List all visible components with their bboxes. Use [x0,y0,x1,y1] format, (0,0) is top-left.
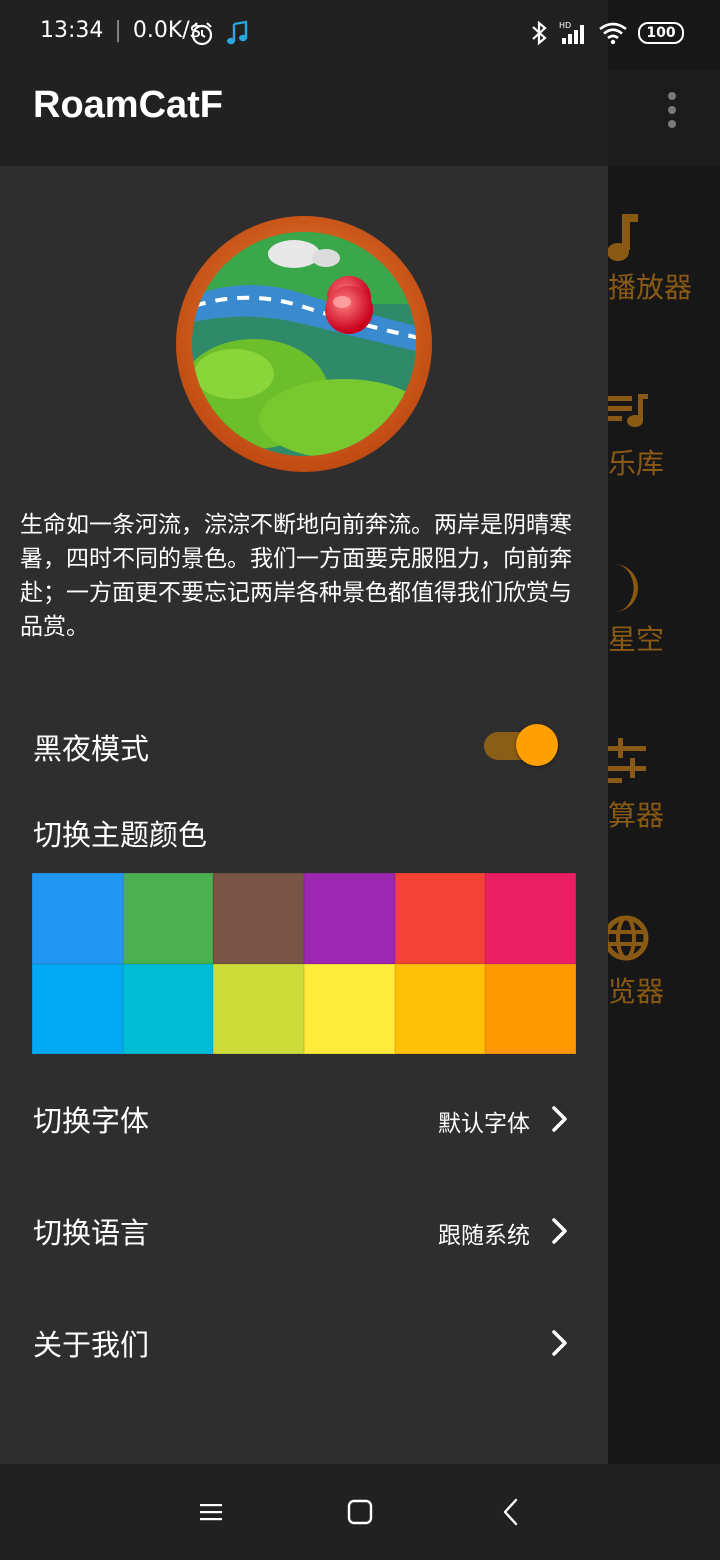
background-nav-item-calculator[interactable]: 算器 [600,736,720,846]
hd-signal-icon: HD [559,21,584,44]
playlist-icon [606,394,648,427]
menu-icon[interactable] [192,1494,228,1530]
background-nav-label: 算器 [608,799,665,832]
background-nav-item-browser[interactable]: 览器 [600,912,720,1022]
app-title: RoamCatF [33,84,224,126]
status-icons: HD 100 [530,20,684,46]
background-nav-label: 览器 [608,975,665,1008]
language-setting-value: 跟随系统 [438,1223,530,1249]
status-time: 13:34 | 0.0K/s [40,18,202,43]
background-nav-item-player[interactable]: 播放器 [600,208,720,318]
music-note-icon [607,214,638,261]
system-nav-bar [0,1464,720,1560]
toggle-thumb [516,724,558,766]
navigation-drawer: RoamCatF 生命如一条河流，淙淙不断地向前奔流。两岸是阴晴寒暑，四时不同的… [0,0,608,1464]
night-mode-toggle[interactable] [484,724,558,768]
clock-time: 13:34 [40,18,104,43]
music-note-icon [227,20,248,45]
chevron-right-icon [552,1106,567,1132]
language-setting-label: 切换语言 [33,1216,150,1250]
background-nav-item-library[interactable]: 乐库 [600,384,720,494]
theme-swatch[interactable] [303,963,395,1054]
back-icon[interactable] [494,1494,530,1530]
theme-swatch[interactable] [485,963,576,1054]
theme-swatch[interactable] [394,963,486,1054]
background-nav-item-stars[interactable]: 星空 [600,560,720,670]
theme-swatch[interactable] [485,873,576,964]
theme-color-label: 切换主题颜色 [33,818,208,852]
chevron-right-icon [552,1330,567,1356]
battery-level: 100 [646,25,676,41]
background-nav-label: 播放器 [608,271,693,304]
chevron-right-icon [552,1218,567,1244]
globe-icon [603,915,649,961]
font-setting-label: 切换字体 [33,1104,150,1138]
motto-text: 生命如一条河流，淙淙不断地向前奔流。两岸是阴晴寒暑，四时不同的景色。我们一方面要… [20,512,572,640]
theme-swatch[interactable] [303,873,395,964]
theme-swatch[interactable] [122,963,214,1054]
wifi-icon [599,22,627,45]
calculator-icon [606,738,646,783]
theme-swatch[interactable] [122,873,214,964]
alarm-icon [191,22,213,46]
theme-swatch[interactable] [32,873,123,964]
more-vert-icon[interactable] [656,88,688,132]
svg-text:HD: HD [559,21,571,30]
battery-icon: 100 [638,22,684,44]
theme-swatch[interactable] [32,963,123,1054]
moon-icon [614,564,638,612]
status-bar: 13:34 | 0.0K/s HD 100 [0,0,720,70]
night-mode-label: 黑夜模式 [33,732,150,766]
background-nav-label: 乐库 [608,447,665,480]
bluetooth-icon [532,20,547,46]
home-icon[interactable] [342,1494,378,1530]
theme-swatch[interactable] [213,963,304,1054]
river-landscape-logo [176,216,432,472]
about-us-label: 关于我们 [33,1328,150,1362]
theme-swatch[interactable] [394,873,486,964]
theme-swatch[interactable] [213,873,304,964]
theme-color-grid [32,873,576,1054]
background-nav-label: 星空 [608,623,665,656]
font-setting-value: 默认字体 [438,1111,530,1137]
